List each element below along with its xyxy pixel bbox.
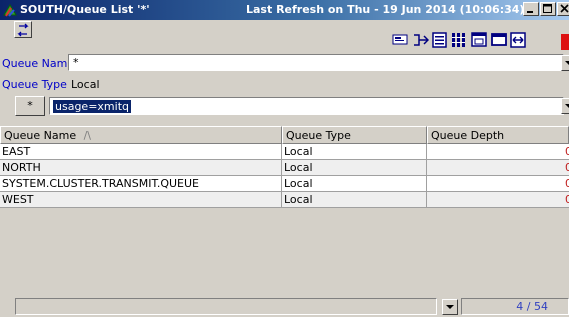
filter-button[interactable]: * — [15, 96, 45, 116]
column-label: Queue Depth — [431, 129, 505, 142]
cell-queue-type: Local — [282, 144, 427, 160]
queue-list-window: SOUTH/Queue List '*' Last Refresh on Thu… — [0, 0, 569, 317]
fit-width-icon — [510, 32, 526, 48]
window-icon — [471, 32, 487, 47]
frame-icon — [491, 33, 507, 46]
cell-queue-name: EAST — [0, 144, 282, 160]
table-row[interactable]: EASTLocal0 — [0, 144, 569, 160]
app-icon — [2, 2, 18, 18]
column-label: Queue Type — [286, 129, 351, 142]
cell-queue-name: WEST — [0, 192, 282, 208]
queue-name-input[interactable]: * — [68, 54, 564, 71]
cell-queue-type: Local — [282, 160, 427, 176]
refresh-status: Last Refresh on Thu - 19 Jun 2014 (10:06… — [246, 3, 525, 16]
details-icon — [432, 32, 447, 48]
queue-type-label: Queue Type — [2, 78, 67, 91]
window-button[interactable] — [470, 31, 489, 49]
route-icon — [414, 34, 429, 46]
status-message — [15, 298, 437, 315]
chevron-down-icon — [565, 104, 569, 108]
queue-count: 4 / 54 — [461, 298, 569, 315]
column-header-queue-depth[interactable]: Queue Depth — [427, 126, 569, 144]
table-row[interactable]: NORTHLocal0 — [0, 160, 569, 176]
columns-button[interactable] — [450, 31, 469, 49]
sort-ascending-icon: /\ — [83, 129, 92, 142]
filter-expression: usage=xmitq — [53, 100, 131, 113]
cell-queue-type: Local — [282, 176, 427, 192]
table-header: Queue Name /\ Queue Type Queue Depth — [0, 126, 569, 144]
chevron-down-icon — [446, 305, 454, 309]
columns-icon — [452, 33, 465, 47]
cell-queue-depth: 0 — [427, 192, 569, 208]
chevron-down-icon — [565, 61, 569, 65]
filter-input[interactable]: usage=xmitq — [49, 97, 564, 115]
queue-name-dropdown[interactable] — [561, 55, 569, 71]
queue-name-label: Queue Name — [2, 57, 75, 70]
properties-button[interactable] — [391, 31, 410, 49]
exit-icon[interactable] — [561, 34, 569, 50]
cell-queue-name: NORTH — [0, 160, 282, 176]
column-header-queue-name[interactable]: Queue Name /\ — [0, 126, 282, 144]
details-button[interactable] — [431, 31, 450, 49]
cell-queue-depth: 0 — [427, 160, 569, 176]
status-bar: 4 / 54 — [0, 296, 569, 317]
table-row[interactable]: WESTLocal0 — [0, 192, 569, 208]
status-dropdown[interactable] — [442, 299, 458, 315]
cell-queue-depth: 0 — [427, 144, 569, 160]
window-title: SOUTH/Queue List '*' — [20, 3, 150, 16]
queue-name-value: * — [73, 56, 79, 69]
title-bar[interactable]: SOUTH/Queue List '*' Last Refresh on Thu… — [0, 0, 569, 20]
minimize-button[interactable] — [523, 2, 539, 16]
refresh-icon — [17, 23, 29, 37]
properties-icon — [392, 34, 408, 45]
table-row[interactable]: SYSTEM.CLUSTER.TRANSMIT.QUEUELocal0 — [0, 176, 569, 192]
toolbar — [0, 20, 569, 52]
cell-queue-type: Local — [282, 192, 427, 208]
queue-type-value[interactable]: Local — [71, 78, 100, 91]
refresh-button[interactable] — [14, 21, 32, 38]
maximize-button[interactable] — [540, 2, 556, 16]
cell-queue-name: SYSTEM.CLUSTER.TRANSMIT.QUEUE — [0, 176, 282, 192]
column-label: Queue Name — [4, 129, 77, 142]
fit-width-button[interactable] — [509, 31, 528, 49]
frame-button[interactable] — [490, 31, 509, 49]
column-header-queue-type[interactable]: Queue Type — [282, 126, 427, 144]
cell-queue-depth: 0 — [427, 176, 569, 192]
route-button[interactable] — [412, 31, 431, 49]
close-button[interactable] — [557, 2, 569, 16]
filter-dropdown[interactable] — [561, 98, 569, 114]
queue-table: Queue Name /\ Queue Type Queue Depth EAS… — [0, 126, 569, 294]
